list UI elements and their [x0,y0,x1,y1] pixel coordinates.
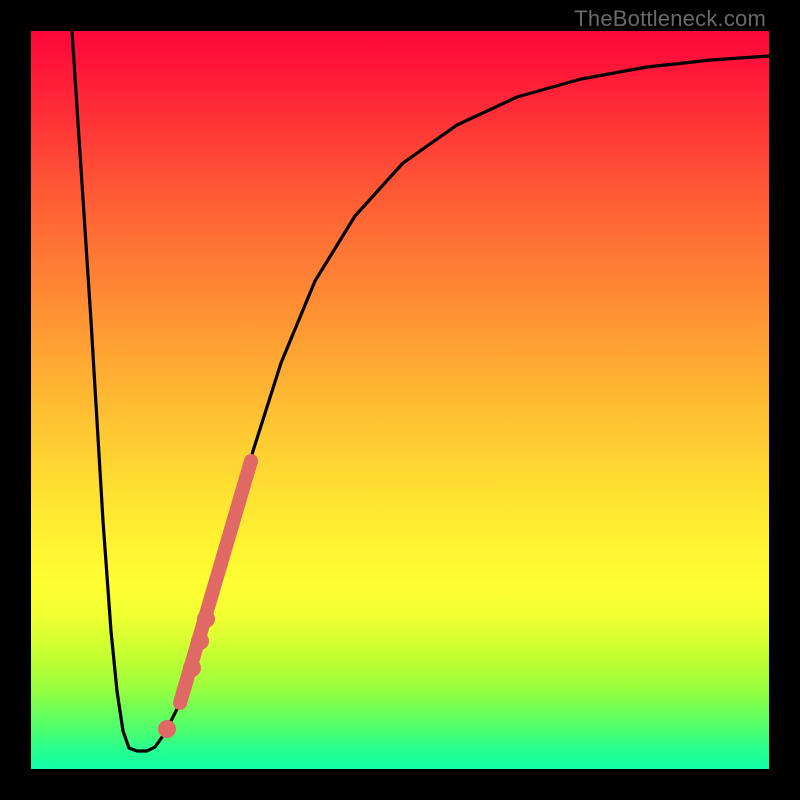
curve-line [72,31,769,751]
watermark-text: TheBottleneck.com [574,6,766,32]
chart-frame: TheBottleneck.com [0,0,800,800]
highlight-dot [191,632,209,650]
highlight-dot [183,659,201,677]
chart-overlay [31,31,769,769]
plot-area [31,31,769,769]
highlight-dot [197,610,215,628]
highlight-dot [158,720,176,738]
